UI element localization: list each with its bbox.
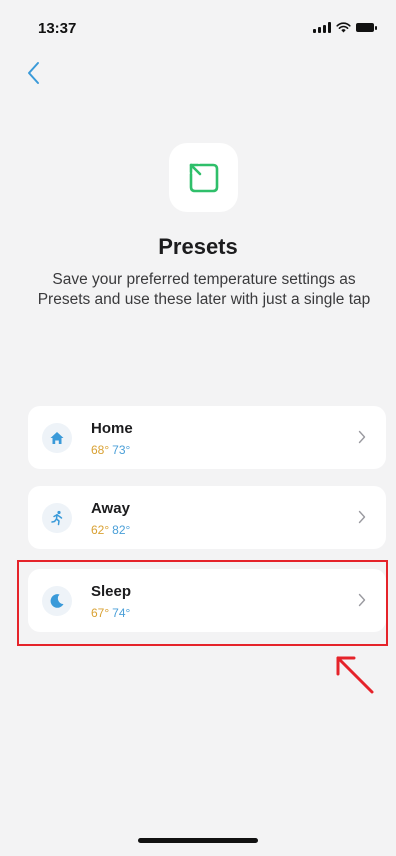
temp-low: 62° bbox=[91, 523, 110, 537]
annotation-arrow-icon bbox=[336, 656, 374, 694]
preset-temperatures: 68° 73° bbox=[91, 443, 130, 457]
temp-high: 73° bbox=[112, 443, 131, 457]
chevron-left-icon bbox=[28, 62, 39, 84]
preset-icon-container bbox=[42, 503, 72, 533]
status-bar: 13:37 bbox=[0, 0, 396, 50]
cellular-signal-icon bbox=[313, 22, 331, 33]
temp-low: 68° bbox=[91, 443, 110, 457]
status-icons bbox=[313, 22, 377, 33]
home-icon bbox=[50, 432, 64, 444]
chevron-right-icon bbox=[358, 510, 366, 524]
preset-name: Home bbox=[91, 420, 133, 437]
preset-card-away[interactable]: Away 62° 82° bbox=[28, 486, 386, 549]
wifi-icon bbox=[336, 22, 351, 33]
page-description: Save your preferred temperature settings… bbox=[37, 271, 371, 308]
preset-name: Away bbox=[91, 500, 130, 517]
preset-temperatures: 62° 82° bbox=[91, 523, 130, 537]
temp-high: 82° bbox=[112, 523, 131, 537]
back-button[interactable] bbox=[22, 58, 50, 88]
preset-card-home[interactable]: Home 68° 73° bbox=[28, 406, 386, 469]
running-person-icon bbox=[51, 510, 63, 526]
home-indicator bbox=[138, 838, 258, 843]
page-title: Presets bbox=[158, 234, 238, 259]
preset-icon-container bbox=[42, 423, 72, 453]
highlight-box bbox=[17, 560, 388, 646]
status-time: 13:37 bbox=[38, 20, 77, 37]
battery-icon bbox=[356, 23, 377, 32]
chevron-right-icon bbox=[358, 430, 366, 444]
presets-icon bbox=[189, 163, 218, 192]
presets-app-icon bbox=[169, 143, 238, 212]
